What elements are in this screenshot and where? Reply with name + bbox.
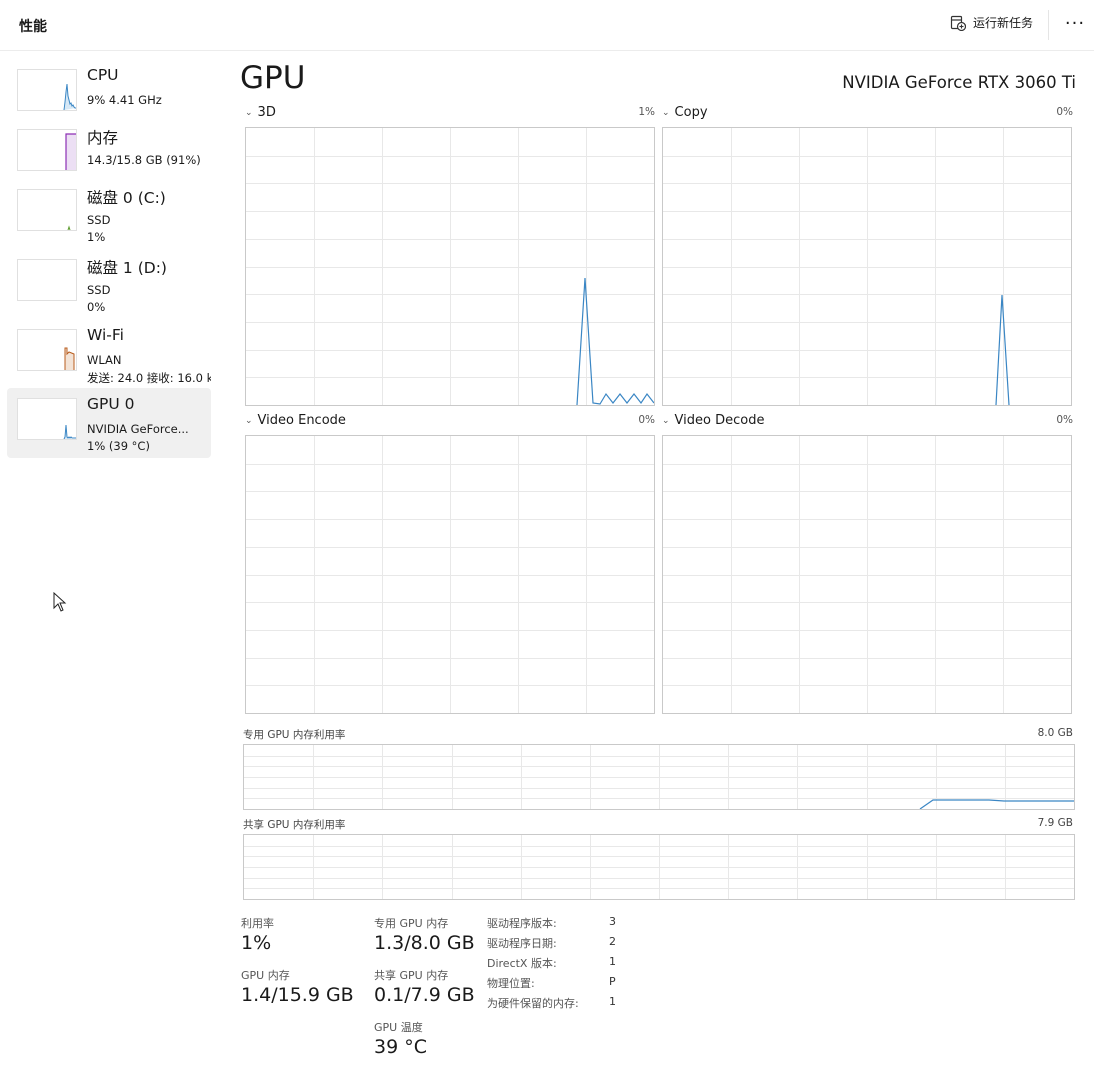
- directx-version-key: DirectX 版本:: [487, 957, 557, 970]
- sidebar-item-name: 内存: [87, 129, 119, 147]
- graph-gridlines: [663, 436, 1071, 713]
- wifi-thumbnail-graph: [17, 329, 77, 371]
- sidebar-item-gpu-0[interactable]: GPU 0 NVIDIA GeForce... 1% (39 °C): [7, 388, 211, 458]
- run-new-task-icon: [950, 15, 966, 31]
- shared-memory-graph: [243, 834, 1075, 900]
- page-title: 性能: [19, 19, 47, 35]
- graph-copy-label: Copy: [674, 105, 708, 120]
- hardware-reserved-memory-key: 为硬件保留的内存:: [487, 997, 579, 1010]
- sidebar-item-name: CPU: [87, 66, 119, 84]
- memory-thumbnail-graph: [17, 129, 77, 171]
- graph-video-encode-value: 0%: [638, 414, 655, 426]
- graph-gridlines: [246, 128, 654, 405]
- sidebar-item-detail-2: 发送: 24.0 接收: 16.0 k: [87, 371, 211, 385]
- graph-3d-selector[interactable]: ⌄ 3D: [245, 105, 276, 120]
- physical-location-key: 物理位置:: [487, 977, 535, 990]
- gpu-model-name: NVIDIA GeForce RTX 3060 Ti: [842, 73, 1076, 92]
- sidebar-item-cpu[interactable]: CPU 9% 4.41 GHz: [7, 60, 211, 128]
- sidebar-item-detail: NVIDIA GeForce...: [87, 422, 189, 436]
- gpu-temperature-label: GPU 温度: [374, 1021, 423, 1034]
- gpu-memory-value: 1.4/15.9 GB: [241, 984, 354, 1006]
- graph-copy-value: 0%: [1056, 106, 1073, 118]
- shared-memory-value: 0.1/7.9 GB: [374, 984, 475, 1006]
- sidebar-item-wifi[interactable]: Wi-Fi WLAN 发送: 24.0 接收: 16.0 k: [7, 320, 211, 388]
- gpu-thumbnail-graph: [17, 398, 77, 440]
- graph-gridlines: [246, 436, 654, 713]
- sidebar-item-detail: WLAN: [87, 353, 122, 367]
- toolbar-divider: [1048, 10, 1049, 40]
- sidebar-item-name: Wi-Fi: [87, 326, 124, 344]
- graph-3d-value: 1%: [638, 106, 655, 118]
- driver-date-key: 驱动程序日期:: [487, 937, 557, 950]
- run-new-task-label: 运行新任务: [973, 16, 1034, 30]
- dedicated-memory-graph-label: 专用 GPU 内存利用率: [243, 729, 346, 741]
- directx-version-value: 1: [609, 955, 616, 968]
- driver-date-value: 2: [609, 935, 616, 948]
- chevron-down-icon: ⌄: [245, 415, 253, 426]
- sidebar-item-detail-2: 1%: [87, 230, 106, 244]
- sidebar-item-memory[interactable]: 内存 14.3/15.8 GB (91%): [7, 120, 211, 188]
- driver-version-key: 驱动程序版本:: [487, 917, 557, 930]
- graph-video-decode-label: Video Decode: [674, 413, 765, 428]
- sidebar-item-detail: 9% 4.41 GHz: [87, 93, 162, 107]
- cpu-thumbnail-graph: [17, 69, 77, 111]
- sidebar-item-detail-2: 0%: [87, 300, 106, 314]
- graph-video-decode: [662, 435, 1072, 714]
- graph-3d-label: 3D: [257, 105, 276, 120]
- sidebar-item-detail: SSD: [87, 283, 111, 297]
- dedicated-memory-max: 8.0 GB: [1037, 727, 1073, 739]
- shared-memory-max: 7.9 GB: [1037, 817, 1073, 829]
- graph-gridlines: [244, 835, 1074, 899]
- utilization-label: 利用率: [241, 917, 274, 930]
- graph-copy-selector[interactable]: ⌄ Copy: [662, 105, 708, 120]
- graph-video-encode-selector[interactable]: ⌄ Video Encode: [245, 413, 346, 428]
- sidebar-item-detail: 14.3/15.8 GB (91%): [87, 153, 201, 167]
- sidebar-item-disk-0[interactable]: 磁盘 0 (C:) SSD 1%: [7, 180, 211, 248]
- sidebar-item-name: 磁盘 1 (D:): [87, 259, 167, 277]
- chevron-down-icon: ⌄: [662, 415, 670, 426]
- graph-video-decode-selector[interactable]: ⌄ Video Decode: [662, 413, 764, 428]
- hardware-reserved-memory-value: 1: [609, 995, 616, 1008]
- disk-0-thumbnail-graph: [17, 189, 77, 231]
- graph-3d: [245, 127, 655, 406]
- graph-copy: [662, 127, 1072, 406]
- sidebar-item-name: 磁盘 0 (C:): [87, 189, 166, 207]
- chevron-down-icon: ⌄: [245, 107, 253, 118]
- sidebar-item-disk-1[interactable]: 磁盘 1 (D:) SSD 0%: [7, 250, 211, 318]
- chevron-down-icon: ⌄: [662, 107, 670, 118]
- more-options-icon[interactable]: ···: [1060, 10, 1090, 38]
- utilization-value: 1%: [241, 932, 272, 954]
- sidebar-item-detail: SSD: [87, 213, 111, 227]
- sidebar-item-detail-2: 1% (39 °C): [87, 439, 150, 453]
- graph-video-encode: [245, 435, 655, 714]
- graph-gridlines: [663, 128, 1071, 405]
- title-bar: 性能 运行新任务 ···: [0, 0, 1094, 51]
- gpu-memory-label: GPU 内存: [241, 969, 290, 982]
- run-new-task-button[interactable]: 运行新任务: [950, 14, 1033, 31]
- dedicated-memory-label: 专用 GPU 内存: [374, 917, 449, 930]
- dedicated-memory-value: 1.3/8.0 GB: [374, 932, 475, 954]
- sidebar-item-name: GPU 0: [87, 395, 135, 413]
- disk-1-thumbnail-graph: [17, 259, 77, 301]
- shared-memory-label: 共享 GPU 内存: [374, 969, 449, 982]
- gpu-temperature-value: 39 °C: [374, 1036, 427, 1058]
- graph-video-decode-value: 0%: [1056, 414, 1073, 426]
- dedicated-memory-graph: [243, 744, 1075, 810]
- sidebar: CPU 9% 4.41 GHz 内存 14.3/15.8 GB (91%) 磁盘…: [0, 51, 215, 1076]
- physical-location-value: P: [609, 975, 616, 988]
- shared-memory-graph-label: 共享 GPU 内存利用率: [243, 819, 346, 831]
- mouse-pointer-icon: [53, 591, 67, 616]
- graph-video-encode-label: Video Encode: [257, 413, 346, 428]
- main-title: GPU: [240, 60, 306, 96]
- driver-version-value: 3: [609, 915, 616, 928]
